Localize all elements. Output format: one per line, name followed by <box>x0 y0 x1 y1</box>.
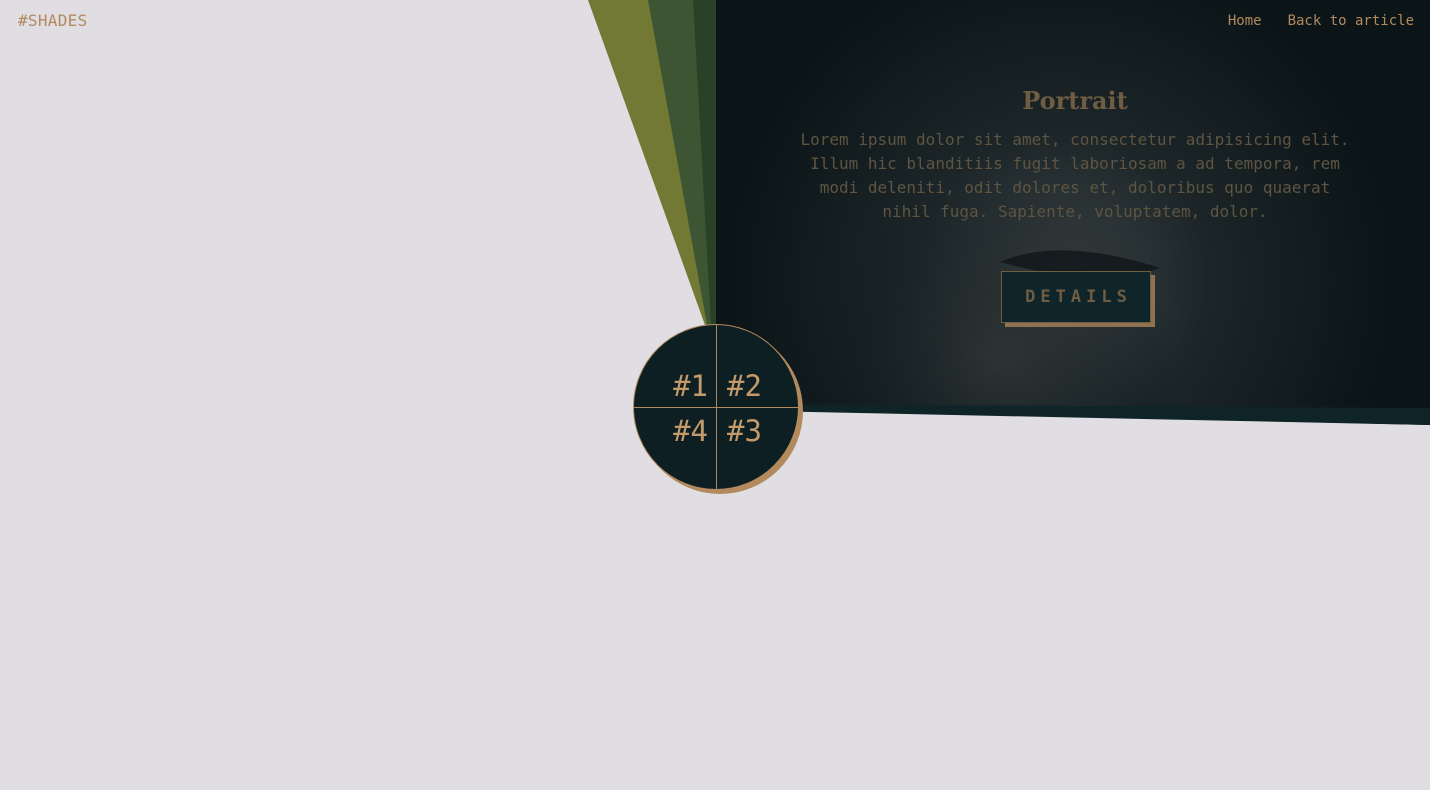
wheel-item-1[interactable]: #1 <box>634 325 717 408</box>
wheel-item-2[interactable]: #2 <box>717 325 798 408</box>
top-navigation: Home Back to article <box>1228 13 1414 29</box>
wheel-item-3[interactable]: #3 <box>717 408 798 489</box>
details-button-wrap: DETAILS <box>1001 271 1155 327</box>
details-button[interactable]: DETAILS <box>1001 271 1151 323</box>
wheel-item-2-label: #2 <box>727 369 762 403</box>
wheel-face: #1 #2 #4 #3 <box>633 324 799 490</box>
shade-selector-wheel: #1 #2 #4 #3 <box>633 324 803 494</box>
nav-back-to-article-link[interactable]: Back to article <box>1288 13 1414 29</box>
hero-description: Lorem ipsum dolor sit amet, consectetur … <box>800 130 1350 221</box>
brand-logo[interactable]: #SHADES <box>18 11 88 30</box>
page: #SHADES Home Back to article Portrait Lo… <box>0 0 1430 790</box>
wheel-item-4[interactable]: #4 <box>634 408 717 489</box>
wheel-item-3-label: #3 <box>727 414 762 448</box>
hero-title: Portrait <box>1022 86 1128 115</box>
wheel-item-1-label: #1 <box>673 369 708 403</box>
hero-content: Portrait Lorem ipsum dolor sit amet, con… <box>800 84 1350 224</box>
wheel-item-4-label: #4 <box>673 414 708 448</box>
nav-home-link[interactable]: Home <box>1228 13 1262 29</box>
